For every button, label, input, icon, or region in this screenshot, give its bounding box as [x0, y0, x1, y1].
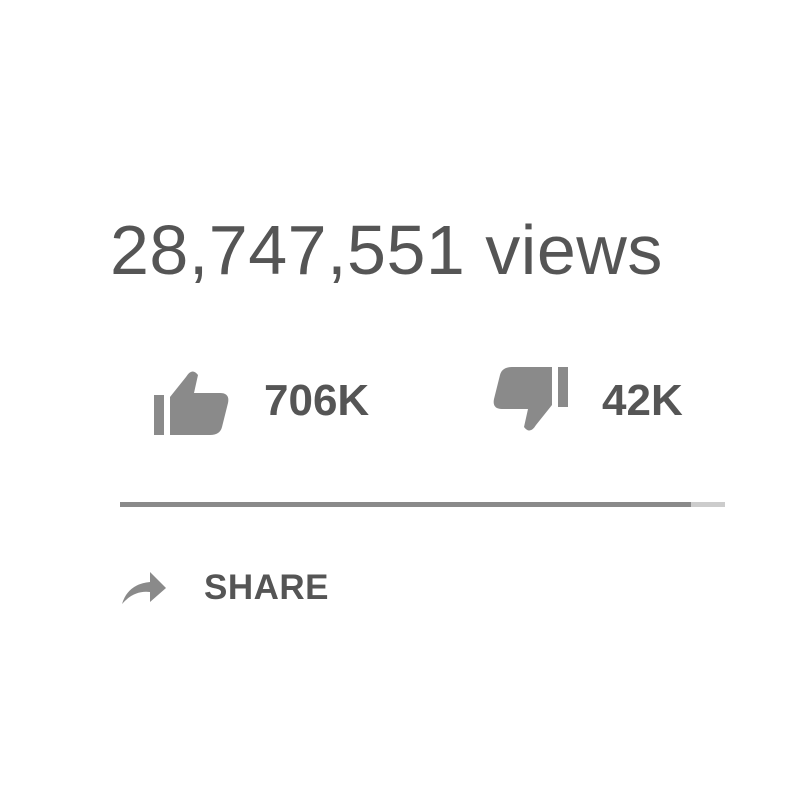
rating-row: 706K 42K: [0, 365, 800, 437]
sentiment-bar: [120, 502, 725, 507]
thumbs-down-icon: [490, 365, 570, 437]
share-button[interactable]: SHARE: [118, 560, 329, 616]
like-count: 706K: [264, 376, 370, 425]
share-arrow-icon: [118, 568, 168, 608]
dislike-button[interactable]: 42K: [490, 365, 683, 437]
thumbs-up-icon: [152, 365, 232, 437]
sentiment-bar-fill: [120, 502, 692, 507]
dislike-count: 42K: [602, 376, 683, 425]
like-button[interactable]: 706K: [152, 365, 369, 437]
view-count: 28,747,551 views: [110, 211, 663, 289]
share-label: SHARE: [204, 568, 330, 607]
